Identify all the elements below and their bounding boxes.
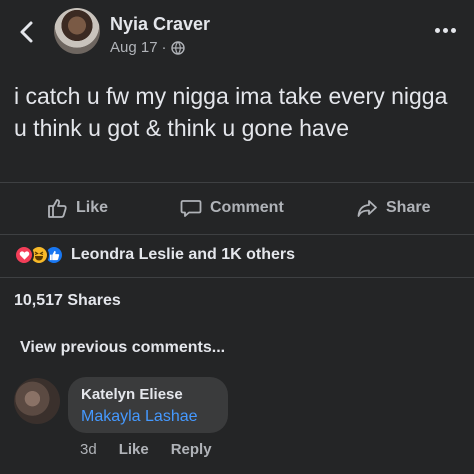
- divider: [0, 277, 474, 278]
- comment-time: 3d: [80, 441, 97, 458]
- like-button[interactable]: Like: [46, 197, 108, 219]
- like-label: Like: [76, 199, 109, 216]
- comment-label: Comment: [210, 199, 284, 216]
- commenter-avatar[interactable]: [14, 378, 60, 424]
- divider: [0, 182, 474, 183]
- commenter-name[interactable]: Katelyn Eliese: [81, 386, 183, 403]
- share-button[interactable]: Share: [356, 197, 430, 219]
- view-previous-comments-link[interactable]: View previous comments...: [20, 339, 225, 357]
- reaction-summary[interactable]: Leondra Leslie and 1K others: [14, 244, 295, 266]
- share-arrow-icon: [357, 200, 377, 217]
- comment-bubble[interactable]: Katelyn Eliese Makayla Lashae: [68, 377, 228, 433]
- comment-icon: [180, 200, 202, 217]
- share-count[interactable]: 10,517 Shares: [14, 292, 121, 310]
- divider: [0, 234, 474, 235]
- post-meta: Aug 17 ·: [110, 39, 185, 56]
- comment-reply-button[interactable]: Reply: [171, 441, 212, 458]
- more-horizontal-icon[interactable]: [435, 28, 456, 33]
- meta-separator: ·: [161, 39, 167, 56]
- reaction-summary-text[interactable]: Leondra Leslie and 1K others: [71, 246, 295, 264]
- post-header: Nyia Craver Aug 17 ·: [0, 0, 474, 64]
- thumbs-up-icon: [48, 199, 67, 218]
- author-name[interactable]: Nyia Craver: [110, 14, 210, 35]
- comment-mention-link[interactable]: Makayla Lashae: [81, 408, 198, 426]
- globe-icon: [170, 40, 185, 55]
- post-date[interactable]: Aug 17: [110, 39, 158, 56]
- author-avatar[interactable]: [54, 8, 100, 54]
- love-reaction-icon: [14, 245, 34, 265]
- comment-meta: 3d Like Reply: [80, 441, 212, 458]
- comment-like-button[interactable]: Like: [119, 441, 149, 458]
- share-label: Share: [386, 199, 431, 216]
- comment-button[interactable]: Comment: [180, 197, 284, 219]
- chevron-left-icon[interactable]: [16, 18, 38, 46]
- post-text: i catch u fw my nigga ima take every nig…: [14, 83, 448, 141]
- post-actions: Like Comment Share: [0, 189, 474, 229]
